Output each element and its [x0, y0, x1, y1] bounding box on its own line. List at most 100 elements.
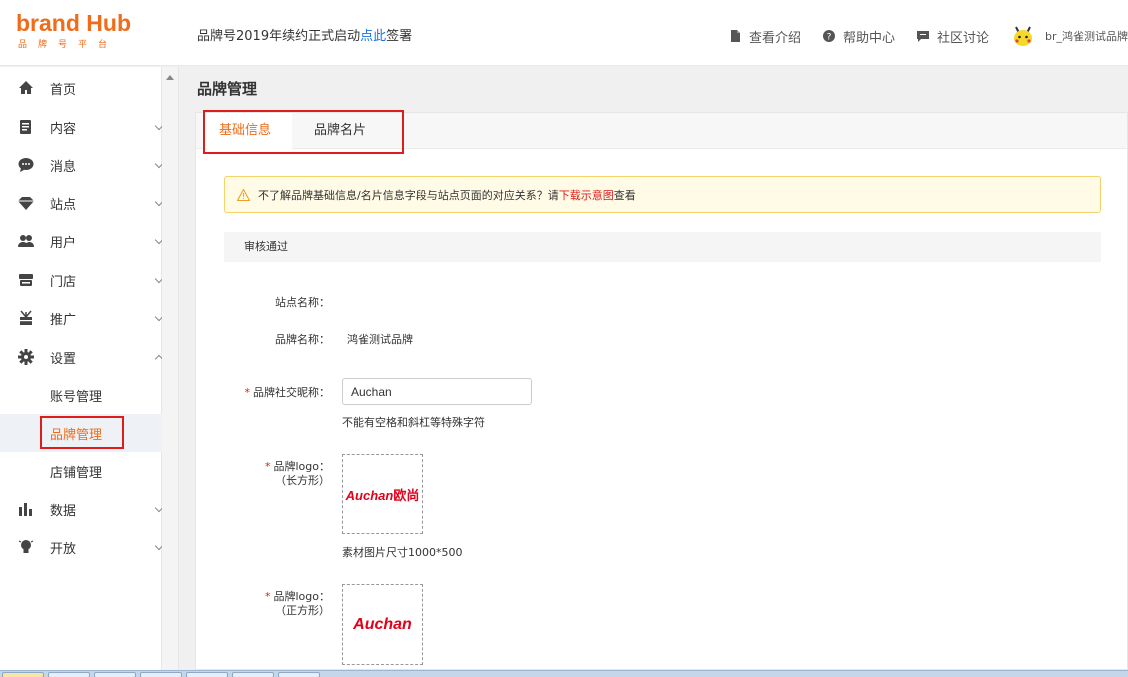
- sidebar-item-label: 内容: [50, 121, 77, 137]
- chat-icon: [916, 31, 929, 42]
- sidebar-item-label: 开放: [50, 541, 77, 557]
- logo-square-upload[interactable]: Auchan: [342, 584, 423, 665]
- logo-rect-upload[interactable]: Auchan欧尚: [342, 454, 423, 534]
- auchan-rect-logo: Auchan欧尚: [346, 485, 420, 504]
- announcement-suffix: 签署: [386, 29, 413, 44]
- taskbar-button[interactable]: [140, 672, 182, 677]
- required-mark: *: [244, 386, 251, 399]
- top-header: brand Hub 品牌号平台 品牌号2019年续约正式启动点此签署 查看介绍 …: [0, 0, 1128, 66]
- chart-icon: [19, 503, 32, 516]
- logo-rect-hint: 素材图片尺寸1000*500: [342, 546, 463, 559]
- site-name-label: 站点名称：: [275, 296, 330, 309]
- brand-name-value: 鸿雀测试品牌: [347, 333, 413, 346]
- help-icon: ?: [822, 30, 835, 43]
- document-icon: [730, 30, 740, 42]
- top-nav: 查看介绍 ? 帮助中心 社区讨论 br_鸿雀测试品牌: [729, 24, 1128, 48]
- tabs-highlight-box: [203, 110, 404, 154]
- taskbar-button[interactable]: [232, 672, 274, 677]
- message-icon: [18, 158, 34, 172]
- os-taskbar: [0, 670, 1128, 677]
- topnav-community-label: 社区讨论: [936, 30, 989, 46]
- content-icon: [20, 120, 31, 134]
- taskbar-button[interactable]: [94, 672, 136, 677]
- users-icon: [18, 235, 34, 247]
- main-panel: 基础信息 品牌名片 不了解品牌基础信息/名片信息字段与站点页面的对应关系？请 下载…: [195, 110, 1128, 670]
- taskbar-button[interactable]: [186, 672, 228, 677]
- sidebar-item-label: 数据: [50, 503, 77, 519]
- sidebar-item-settings[interactable]: 设置: [0, 338, 164, 376]
- logo-subtitle: 品牌号平台: [18, 40, 119, 50]
- logo-rect-label: * 品牌logo： （长方形）: [265, 460, 330, 488]
- alert-suffix: 查看: [613, 188, 636, 202]
- avatar: [1013, 26, 1032, 46]
- logo-text: brand Hub: [16, 10, 131, 36]
- gear-icon: [18, 349, 34, 365]
- taskbar-button[interactable]: [278, 672, 320, 677]
- topnav-help-label: 帮助中心: [842, 30, 895, 46]
- page-title: 品牌管理: [197, 80, 258, 98]
- status-section: 审核通过: [224, 232, 1101, 262]
- logo-square-sublabel: （正方形）: [275, 604, 330, 617]
- announcement-text: 品牌号2019年续约正式启动: [197, 29, 361, 44]
- auchan-rect-cn: 欧尚: [393, 487, 420, 503]
- sidebar-item-label: 消息: [50, 159, 77, 175]
- sidebar-item-home[interactable]: 首页: [0, 69, 162, 107]
- sidebar-subitem-shop[interactable]: 店铺管理: [0, 452, 162, 490]
- sidebar-subitem-label: 店铺管理: [50, 465, 103, 481]
- store-icon: [19, 274, 33, 286]
- logo-square-label-text: 品牌logo：: [273, 590, 331, 603]
- social-name-input[interactable]: [342, 378, 532, 405]
- topnav-community[interactable]: 社区讨论: [916, 27, 989, 46]
- sidebar-scrollbar[interactable]: [162, 67, 179, 670]
- required-mark: *: [265, 590, 271, 603]
- topnav-intro[interactable]: 查看介绍: [729, 27, 801, 46]
- social-name-label-text: 品牌社交昵称：: [253, 386, 330, 399]
- sidebar-subitem-account[interactable]: 账号管理: [0, 376, 162, 414]
- sidebar-item-label: 设置: [50, 351, 77, 367]
- sidebar-item-label: 门店: [50, 274, 77, 290]
- topnav-intro-label: 查看介绍: [748, 30, 801, 46]
- auchan-square-logo: Auchan: [353, 615, 412, 633]
- home-icon: [19, 81, 33, 94]
- sidebar-item-promote[interactable]: 推广: [0, 299, 164, 337]
- social-name-label: * 品牌社交昵称：: [245, 384, 331, 400]
- logo-rect-sublabel: （长方形）: [275, 474, 330, 487]
- sidebar-item-content[interactable]: 内容: [0, 108, 164, 146]
- sidebar-item-label: 站点: [50, 197, 77, 213]
- announcement-link[interactable]: 点此: [360, 29, 386, 44]
- promote-icon: [20, 310, 32, 325]
- social-name-hint: 不能有空格和斜杠等特殊字符: [342, 416, 485, 429]
- info-alert: 不了解品牌基础信息/名片信息字段与站点页面的对应关系？请 下载示意图 查看: [224, 176, 1101, 213]
- brand-name-label: 品牌名称：: [275, 333, 330, 346]
- sidebar-item-data[interactable]: 数据: [0, 490, 164, 528]
- download-diagram-link[interactable]: 下载示意图: [559, 187, 614, 203]
- logo-square-label: * 品牌logo： （正方形）: [265, 590, 330, 618]
- svg-text:?: ?: [827, 33, 832, 43]
- highlight-box: [40, 416, 124, 449]
- required-mark: *: [265, 460, 271, 473]
- alert-text: 不了解品牌基础信息/名片信息字段与站点页面的对应关系？请: [258, 188, 559, 202]
- sidebar-subitem-label: 账号管理: [50, 389, 103, 405]
- sidebar-item-open[interactable]: 开放: [0, 528, 164, 566]
- taskbar-button[interactable]: [48, 672, 90, 677]
- sidebar-item-users[interactable]: 用户: [0, 222, 164, 260]
- warning-icon: [237, 188, 250, 201]
- scroll-up-icon[interactable]: [166, 75, 174, 80]
- sidebar-item-label: 首页: [50, 82, 77, 98]
- announcement: 品牌号2019年续约正式启动点此签署: [197, 25, 412, 44]
- bulb-icon: [18, 540, 34, 553]
- auchan-rect-latin: Auchan: [345, 487, 394, 503]
- user-name: br_鸿雀测试品牌: [1044, 30, 1128, 43]
- sidebar-item-message[interactable]: 消息: [0, 146, 164, 184]
- logo-rect-label-text: 品牌logo：: [273, 460, 331, 473]
- sidebar-item-store[interactable]: 门店: [0, 261, 164, 299]
- sidebar: 首页 内容 消息 站点 用户 门店 推广 设置 账号管理 品牌管理 店铺管理 数…: [0, 67, 164, 670]
- brandhub-logo[interactable]: brand Hub 品牌号平台: [16, 11, 146, 51]
- sidebar-item-label: 用户: [50, 235, 77, 251]
- topnav-help[interactable]: ? 帮助中心: [822, 27, 895, 46]
- user-menu[interactable]: br_鸿雀测试品牌: [1011, 24, 1128, 48]
- sidebar-item-site[interactable]: 站点: [0, 184, 164, 222]
- taskbar-button[interactable]: [2, 672, 44, 677]
- sidebar-item-label: 推广: [50, 312, 77, 328]
- diamond-icon: [18, 197, 34, 210]
